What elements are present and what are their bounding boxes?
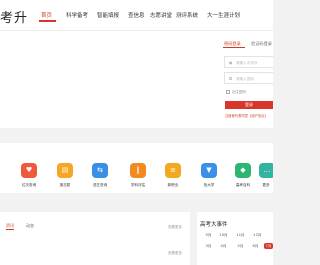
func-apply[interactable]: ▤ 报志愿 (52, 163, 78, 188)
pause-bars-icon: ‖ (130, 163, 146, 178)
user-agreement-link[interactable]: 注册即代表同意《用户协议》 (225, 113, 268, 118)
password-field[interactable]: ◘ 请输入密码 (224, 72, 273, 84)
lock-icon: ◘ (229, 76, 233, 81)
diamond-icon: ◆ (235, 163, 251, 178)
login-tab-indicator (223, 47, 245, 48)
shirt-icon: ▼ (201, 163, 217, 178)
func-more[interactable]: … 更多 (259, 163, 273, 188)
password-placeholder: 请输入密码 (236, 76, 254, 81)
month-sep[interactable]: 9月 (204, 232, 213, 238)
func-label: 更多 (262, 183, 270, 187)
month-jun[interactable]: 6月 (251, 243, 260, 249)
user-icon: ● (229, 60, 233, 65)
refresh-icon: ⇆ (92, 163, 108, 178)
nav-lecture-hall[interactable]: 志愿讲堂 (150, 11, 172, 19)
month-may[interactable]: 5月 (236, 243, 245, 249)
stack-icon: ≡ (165, 163, 181, 178)
tab-code-login[interactable]: 验证码登录 (251, 41, 272, 47)
nav-active-indicator (39, 20, 56, 22)
phone-placeholder: 请输入手机号 (236, 60, 258, 65)
month-jul[interactable]: 7月 (264, 243, 273, 249)
func-label: 学科评估 (130, 183, 146, 187)
more-icon: … (259, 163, 273, 178)
func-label: 选艺查询 (92, 183, 108, 187)
bar-chart-icon: ▤ (57, 163, 73, 178)
func-rank-query[interactable]: ♥ 位次查询 (16, 163, 42, 188)
login-button[interactable]: 登录 (225, 101, 273, 109)
nav-smart-filling[interactable]: 智能填报 (97, 11, 119, 19)
func-new-career[interactable]: ≡ 新职业 (160, 163, 186, 188)
view-more-link[interactable]: 查看更多 (168, 251, 182, 256)
nav-assessment[interactable]: 测评系统 (176, 11, 198, 19)
func-gaokao-wiki[interactable]: ◆ 高考百科 (230, 163, 256, 188)
tab-updates[interactable]: 动态 (26, 223, 34, 229)
checkbox-box[interactable] (226, 90, 230, 94)
news-panel (0, 212, 190, 265)
events-title: 高考大事件 (200, 222, 228, 228)
func-label: 找大学 (203, 183, 215, 187)
month-dec[interactable]: 12月 (253, 232, 262, 238)
heart-shield-icon: ♥ (21, 163, 37, 178)
nav-scientific-prep[interactable]: 科学备考 (66, 11, 88, 19)
func-label: 高考百科 (235, 183, 251, 187)
nav-career-plan[interactable]: 大一生涯计划 (207, 11, 240, 19)
func-label: 新职业 (167, 183, 179, 187)
view-more-link[interactable]: 查看更多 (168, 225, 182, 230)
month-apr[interactable]: 4月 (219, 243, 228, 249)
site-logo[interactable]: 考升 (0, 7, 28, 26)
month-nov[interactable]: 11月 (236, 232, 245, 238)
remember-password-checkbox[interactable]: 记住密码 (226, 90, 246, 95)
nav-home[interactable]: 首页 (41, 11, 52, 19)
month-oct[interactable]: 10月 (219, 232, 228, 238)
func-find-university[interactable]: ▼ 找大学 (196, 163, 222, 188)
remember-label: 记住密码 (231, 90, 246, 94)
news-tab-indicator (6, 229, 14, 230)
func-label: 位次查询 (21, 183, 37, 187)
phone-field[interactable]: ● 请输入手机号 (224, 56, 273, 68)
nav-info-lookup[interactable]: 查信息 (128, 11, 145, 19)
func-art-query[interactable]: ⇆ 选艺查询 (87, 163, 113, 188)
func-label: 报志愿 (59, 183, 71, 187)
func-subject-eval[interactable]: ‖ 学科评估 (125, 163, 151, 188)
month-mar[interactable]: 3月 (204, 243, 213, 249)
